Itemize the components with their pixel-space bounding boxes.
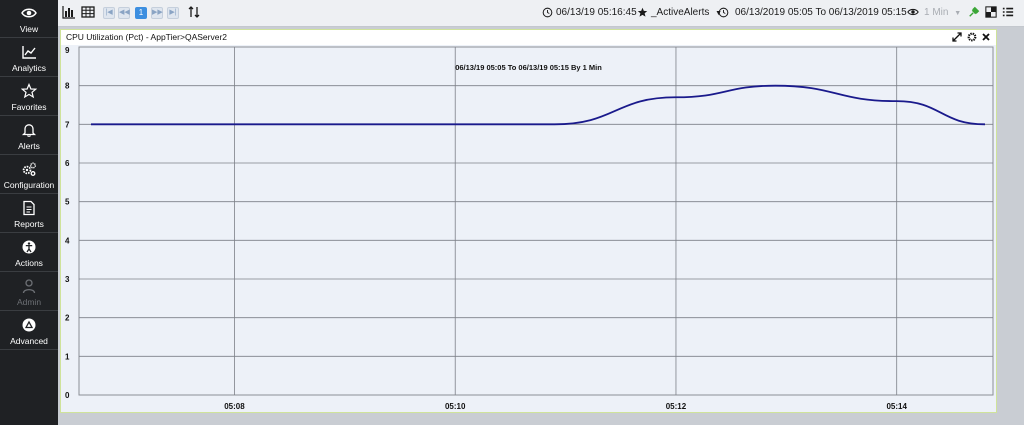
- previous-page-button[interactable]: ◀◀: [118, 7, 130, 19]
- sidebar-item-alerts[interactable]: Alerts: [0, 117, 58, 155]
- close-icon[interactable]: [981, 32, 991, 42]
- chart-panel: CPU Utilization (Pct) - AppTier>QAServer…: [60, 29, 997, 413]
- y-tick-label: 7: [65, 120, 70, 129]
- x-tick-label: 05:12: [666, 402, 687, 411]
- list-menu-icon[interactable]: [1002, 5, 1014, 21]
- pin-icon[interactable]: [968, 5, 980, 21]
- next-page-button[interactable]: ▶▶: [151, 7, 163, 19]
- advanced-icon: [0, 315, 58, 335]
- sidebar-item-label: Alerts: [18, 141, 40, 151]
- sidebar-item-configuration[interactable]: Configuration: [0, 156, 58, 194]
- plot-frame: [78, 46, 994, 396]
- x-tick-label: 05:14: [886, 402, 907, 411]
- sidebar-item-label: Advanced: [10, 336, 48, 346]
- x-tick-label: 05:08: [224, 402, 245, 411]
- chart-area: 0 1 2 3 4 5 6 7 8 9 05:08 05:10 05:12 05:14 06/13/19 …: [61, 45, 996, 412]
- gear-icon[interactable]: [967, 32, 977, 42]
- eye-icon[interactable]: [907, 5, 919, 21]
- panel-header: CPU Utilization (Pct) - AppTier>QAServer…: [61, 30, 996, 45]
- caret-down-icon: ▼: [954, 10, 962, 17]
- sidebar-item-label: Analytics: [11, 63, 46, 73]
- y-tick-label: 8: [65, 82, 70, 91]
- x-tick-label: 05:10: [445, 402, 466, 411]
- sidebar-item-label: View: [19, 24, 39, 34]
- sidebar-item-label: Reports: [14, 219, 44, 229]
- y-tick-label: 2: [65, 314, 70, 323]
- sidebar-item-label: Configuration: [3, 180, 55, 190]
- favorites-dropdown[interactable]: _ActiveAlerts ▼: [651, 5, 722, 21]
- layout-icon[interactable]: [985, 5, 997, 21]
- sidebar-item-label: Admin: [16, 297, 42, 307]
- gears-icon: [0, 159, 58, 179]
- series-line: [91, 84, 986, 126]
- sidebar-item-view[interactable]: View: [0, 0, 58, 38]
- star-icon: [0, 81, 58, 101]
- sidebar-item-reports[interactable]: Reports: [0, 195, 58, 233]
- y-tick-label: 0: [65, 391, 70, 400]
- y-tick-label: 3: [65, 275, 70, 284]
- app-window: View Analytics Favorites Alerts Configur…: [0, 0, 1024, 425]
- first-page-button[interactable]: |◀: [103, 7, 115, 19]
- bar-chart-icon[interactable]: [62, 5, 76, 21]
- bell-icon: [0, 120, 58, 140]
- sidebar-item-favorites[interactable]: Favorites: [0, 78, 58, 116]
- interval-select-value: 1 Min: [924, 7, 949, 18]
- actions-icon: [0, 237, 58, 257]
- y-tick-label: 1: [65, 352, 70, 361]
- table-view-icon[interactable]: [81, 5, 95, 21]
- cpu-utilization-chart: 0 1 2 3 4 5 6 7 8 9 05:08 05:10 05:12 05:14: [65, 46, 994, 411]
- sidebar-item-admin[interactable]: Admin: [0, 273, 58, 311]
- sidebar-item-actions[interactable]: Actions: [0, 234, 58, 272]
- favorites-dropdown-label: _ActiveAlerts: [651, 7, 710, 18]
- y-tick-label: 4: [65, 236, 70, 245]
- panel-title: CPU Utilization (Pct) - AppTier>QAServer…: [66, 32, 227, 42]
- eye-icon: [0, 3, 58, 23]
- clock-icon: [542, 5, 553, 21]
- user-icon: [0, 276, 58, 296]
- y-tick-label: 6: [65, 159, 70, 168]
- interval-select[interactable]: 1 Min ▼: [924, 5, 961, 21]
- report-icon: [0, 198, 58, 218]
- current-time: 06/13/19 05:16:45: [556, 7, 637, 18]
- line-chart-icon: [0, 42, 58, 62]
- clock-icon: [718, 5, 729, 21]
- sidebar-item-advanced[interactable]: Advanced: [0, 312, 58, 350]
- y-tick-label: 9: [65, 46, 70, 55]
- sidebar-item-label: Actions: [15, 258, 43, 268]
- top-toolbar: |◀ ◀◀ 1 ▶▶ ▶| 06/13/19 05:16:45 _ActiveA…: [58, 0, 1024, 27]
- y-tick-label: 5: [65, 198, 70, 207]
- favorite-star-icon: [637, 5, 648, 21]
- sort-icon[interactable]: [187, 5, 201, 21]
- page-number[interactable]: 1: [135, 7, 147, 19]
- expand-icon[interactable]: [952, 32, 962, 42]
- last-page-button[interactable]: ▶|: [167, 7, 179, 19]
- sidebar-nav: View Analytics Favorites Alerts Configur…: [0, 0, 58, 425]
- chart-subtitle: 06/13/19 05:05 To 06/13/19 05:15 By 1 Mi…: [455, 63, 602, 72]
- sidebar-item-label: Favorites: [11, 102, 47, 112]
- sidebar-item-analytics[interactable]: Analytics: [0, 39, 58, 77]
- time-range[interactable]: 06/13/2019 05:05 To 06/13/2019 05:15: [735, 5, 907, 21]
